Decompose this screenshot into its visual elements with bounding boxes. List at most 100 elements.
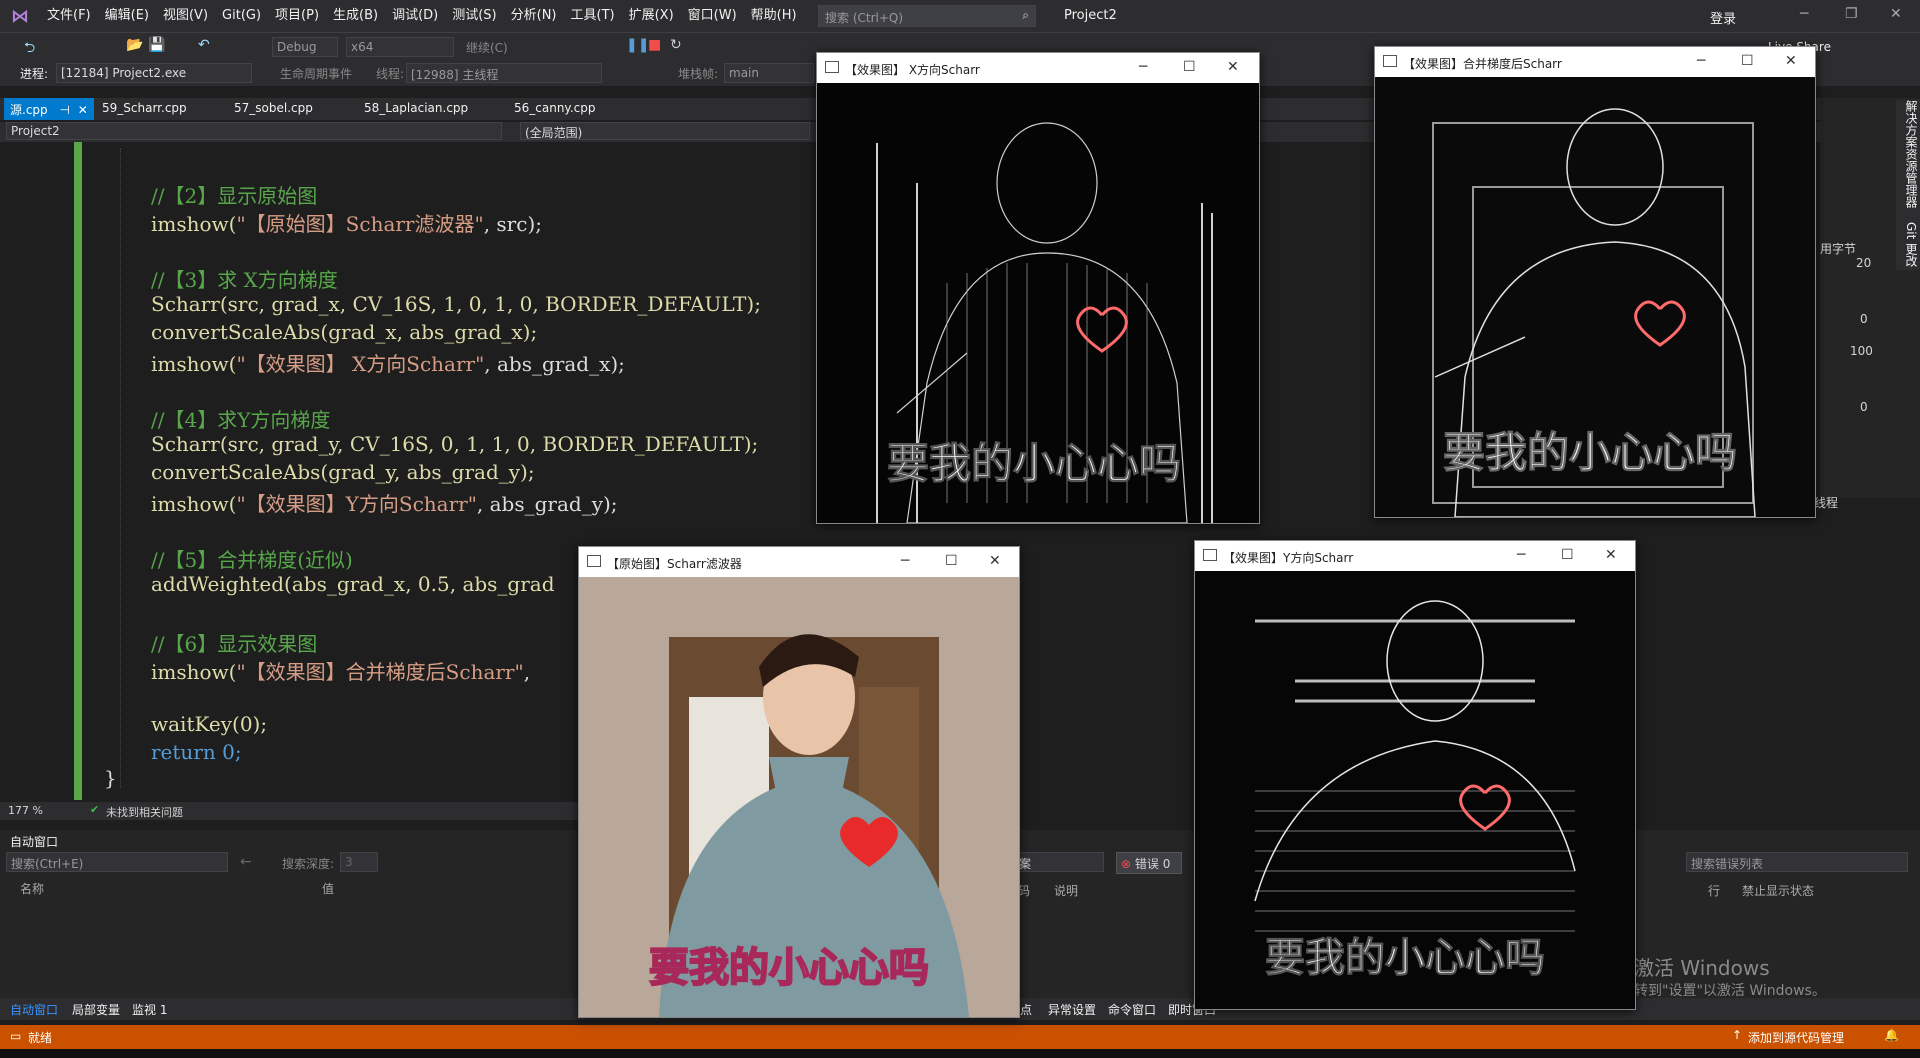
minimize-icon[interactable]: ─: [1517, 547, 1525, 563]
maximize-icon[interactable]: ☐: [1741, 53, 1754, 69]
column-header-name[interactable]: 名称: [20, 880, 44, 897]
window-icon: [1203, 549, 1217, 561]
code-token: "【效果图】Y方向Scharr": [236, 492, 477, 516]
close-window-icon[interactable]: ✕: [1890, 6, 1902, 22]
menu-file[interactable]: 文件(F): [40, 0, 98, 32]
project-scope-select[interactable]: Project2: [6, 122, 502, 140]
process-select[interactable]: [12184] Project2.exe: [56, 63, 252, 83]
close-icon[interactable]: ✕: [1785, 53, 1797, 69]
pause-icon[interactable]: ❚❚: [626, 37, 649, 53]
maximize-icon[interactable]: ☐: [945, 553, 958, 569]
back-icon[interactable]: ⮌: [24, 37, 35, 61]
tab-autos[interactable]: 自动窗口: [10, 1001, 58, 1018]
solution-explorer-sidetab[interactable]: 解决方案资源管理器 Git 更改: [1896, 100, 1920, 270]
autos-search-input[interactable]: 搜索(Ctrl+E): [6, 852, 228, 872]
opencv-window-merged-scharr[interactable]: 【效果图】合并梯度后Scharr ─ ☐ ✕ 要我的小心心吗: [1374, 46, 1816, 518]
menu-window[interactable]: 窗口(W): [681, 0, 744, 32]
bytes-label: 用字节: [1820, 242, 1857, 256]
configuration-select[interactable]: Debug: [272, 37, 338, 57]
stop-icon[interactable]: ■: [648, 37, 661, 53]
code-token: "【原始图】Scharr滤波器": [236, 212, 484, 236]
column-header-suppression[interactable]: 禁止显示状态: [1742, 882, 1814, 899]
thread-select[interactable]: [12988] 主线程: [406, 63, 602, 83]
window-title: 【效果图】合并梯度后Scharr: [1403, 57, 1562, 71]
zoom-level[interactable]: 177 %: [8, 804, 43, 817]
tab-watch[interactable]: 监视 1: [132, 1001, 167, 1018]
minimize-icon[interactable]: ─: [1139, 59, 1147, 75]
depth-select[interactable]: 3: [340, 852, 378, 872]
restart-icon[interactable]: ↻: [670, 37, 682, 53]
tab-sobel[interactable]: 57_sobel.cpp: [228, 98, 319, 120]
opencv-window-y-scharr[interactable]: 【效果图】Y方向Scharr ─ ☐ ✕ 要我的小心心吗: [1194, 540, 1636, 1010]
menu-git[interactable]: Git(G): [215, 0, 268, 32]
window-titlebar[interactable]: 【效果图】 X方向Scharr ─ ☐ ✕: [817, 53, 1259, 83]
column-header-description[interactable]: 说明: [1054, 882, 1078, 899]
platform-select[interactable]: x64: [346, 37, 454, 57]
menu-build[interactable]: 生成(B): [326, 0, 385, 32]
tab-exception-settings[interactable]: 异常设置: [1048, 1001, 1096, 1018]
tab-source-cpp[interactable]: 源.cpp ⊣ ✕: [4, 98, 94, 120]
menu-extensions[interactable]: 扩展(X): [622, 0, 681, 32]
maximize-icon[interactable]: ☐: [1183, 59, 1196, 75]
panel-title: 自动窗口: [10, 835, 59, 849]
tab-command-window[interactable]: 命令窗口: [1108, 1001, 1156, 1018]
error-list-scope-select[interactable]: 案: [1014, 852, 1104, 872]
close-icon[interactable]: ✕: [989, 553, 1001, 569]
window-titlebar[interactable]: 【效果图】合并梯度后Scharr ─ ☐ ✕: [1375, 47, 1815, 77]
chart-value: 20: [1856, 256, 1872, 270]
menu-help[interactable]: 帮助(H): [744, 0, 804, 32]
pin-icon[interactable]: ⊣: [59, 103, 69, 117]
global-search-input[interactable]: 搜索 (Ctrl+Q) ⌕: [818, 5, 1036, 27]
close-icon[interactable]: ✕: [1605, 547, 1617, 563]
window-titlebar[interactable]: 【原始图】Scharr滤波器 ─ ☐ ✕: [579, 547, 1019, 577]
minimize-window-icon[interactable]: ─: [1800, 6, 1808, 22]
code-token: "【效果图】合并梯度后Scharr": [236, 660, 524, 684]
lifecycle-events-button[interactable]: 生命周期事件: [280, 65, 352, 82]
code-line: waitKey(0);: [151, 712, 268, 736]
menu-test[interactable]: 测试(S): [445, 0, 503, 32]
tab-locals[interactable]: 局部变量: [72, 1001, 120, 1018]
menu-edit[interactable]: 编辑(E): [98, 0, 156, 32]
menu-tools[interactable]: 工具(T): [564, 0, 622, 32]
code-token: imshow(: [151, 660, 237, 684]
code-line: addWeighted(abs_grad_x, 0.5, abs_grad: [151, 572, 555, 596]
maximize-icon[interactable]: ☐: [1561, 547, 1574, 563]
save-icon[interactable]: 💾: [148, 37, 165, 53]
menu-project[interactable]: 项目(P): [268, 0, 326, 32]
opencv-window-source[interactable]: 【原始图】Scharr滤波器 ─ ☐ ✕ 要我的小心心吗: [578, 546, 1020, 1018]
window-titlebar[interactable]: 【效果图】Y方向Scharr ─ ☐ ✕: [1195, 541, 1635, 571]
menu-view[interactable]: 视图(V): [156, 0, 215, 32]
login-button[interactable]: 登录: [1710, 8, 1736, 27]
menu-debug[interactable]: 调试(D): [385, 0, 445, 32]
merged-gradient-image: 要我的小心心吗: [1375, 77, 1815, 517]
close-tab-icon[interactable]: ✕: [78, 103, 88, 117]
back-arrow-icon[interactable]: ←: [240, 854, 252, 870]
merged-image-caption: 要我的小心心吗: [1443, 428, 1737, 477]
column-header-value[interactable]: 值: [322, 880, 334, 897]
close-icon[interactable]: ✕: [1227, 59, 1239, 75]
code-token: imshow(: [151, 352, 237, 376]
tab-canny[interactable]: 56_canny.cpp: [508, 98, 601, 120]
menu-analyze[interactable]: 分析(N): [504, 0, 564, 32]
tab-laplacian[interactable]: 58_Laplacian.cpp: [358, 98, 474, 120]
add-to-source-control-button[interactable]: 添加到源代码管理: [1748, 1029, 1844, 1046]
open-file-icon[interactable]: 📂: [126, 37, 143, 53]
minimize-icon[interactable]: ─: [1697, 53, 1705, 69]
function-scope-select[interactable]: (全局范围): [520, 122, 810, 140]
issues-status[interactable]: 未找到相关问题: [106, 804, 183, 820]
opencv-window-x-scharr[interactable]: 【效果图】 X方向Scharr ─ ☐ ✕ 要我的小心心吗: [816, 52, 1260, 524]
code-token: imshow(: [151, 212, 237, 236]
continue-button[interactable]: 继续(C): [466, 39, 508, 56]
errors-filter-button[interactable]: ⊗ 错误 0: [1116, 852, 1182, 874]
notification-bell-icon[interactable]: 🔔: [1884, 1028, 1899, 1042]
column-header-line[interactable]: 行: [1708, 882, 1720, 899]
code-line: imshow("【效果图】 X方向Scharr", abs_grad_x);: [151, 348, 625, 377]
maximize-window-icon[interactable]: ❐: [1845, 6, 1858, 22]
stack-frame-select[interactable]: main: [724, 63, 814, 83]
undo-icon[interactable]: ↶: [198, 37, 210, 53]
minimize-icon[interactable]: ─: [901, 553, 909, 569]
tab-scharr[interactable]: 59_Scharr.cpp: [96, 98, 193, 120]
window-title: 【原始图】Scharr滤波器: [607, 557, 742, 571]
visual-studio-logo-icon[interactable]: ⋈: [0, 0, 40, 32]
error-list-search-input[interactable]: 搜索错误列表: [1686, 852, 1908, 872]
